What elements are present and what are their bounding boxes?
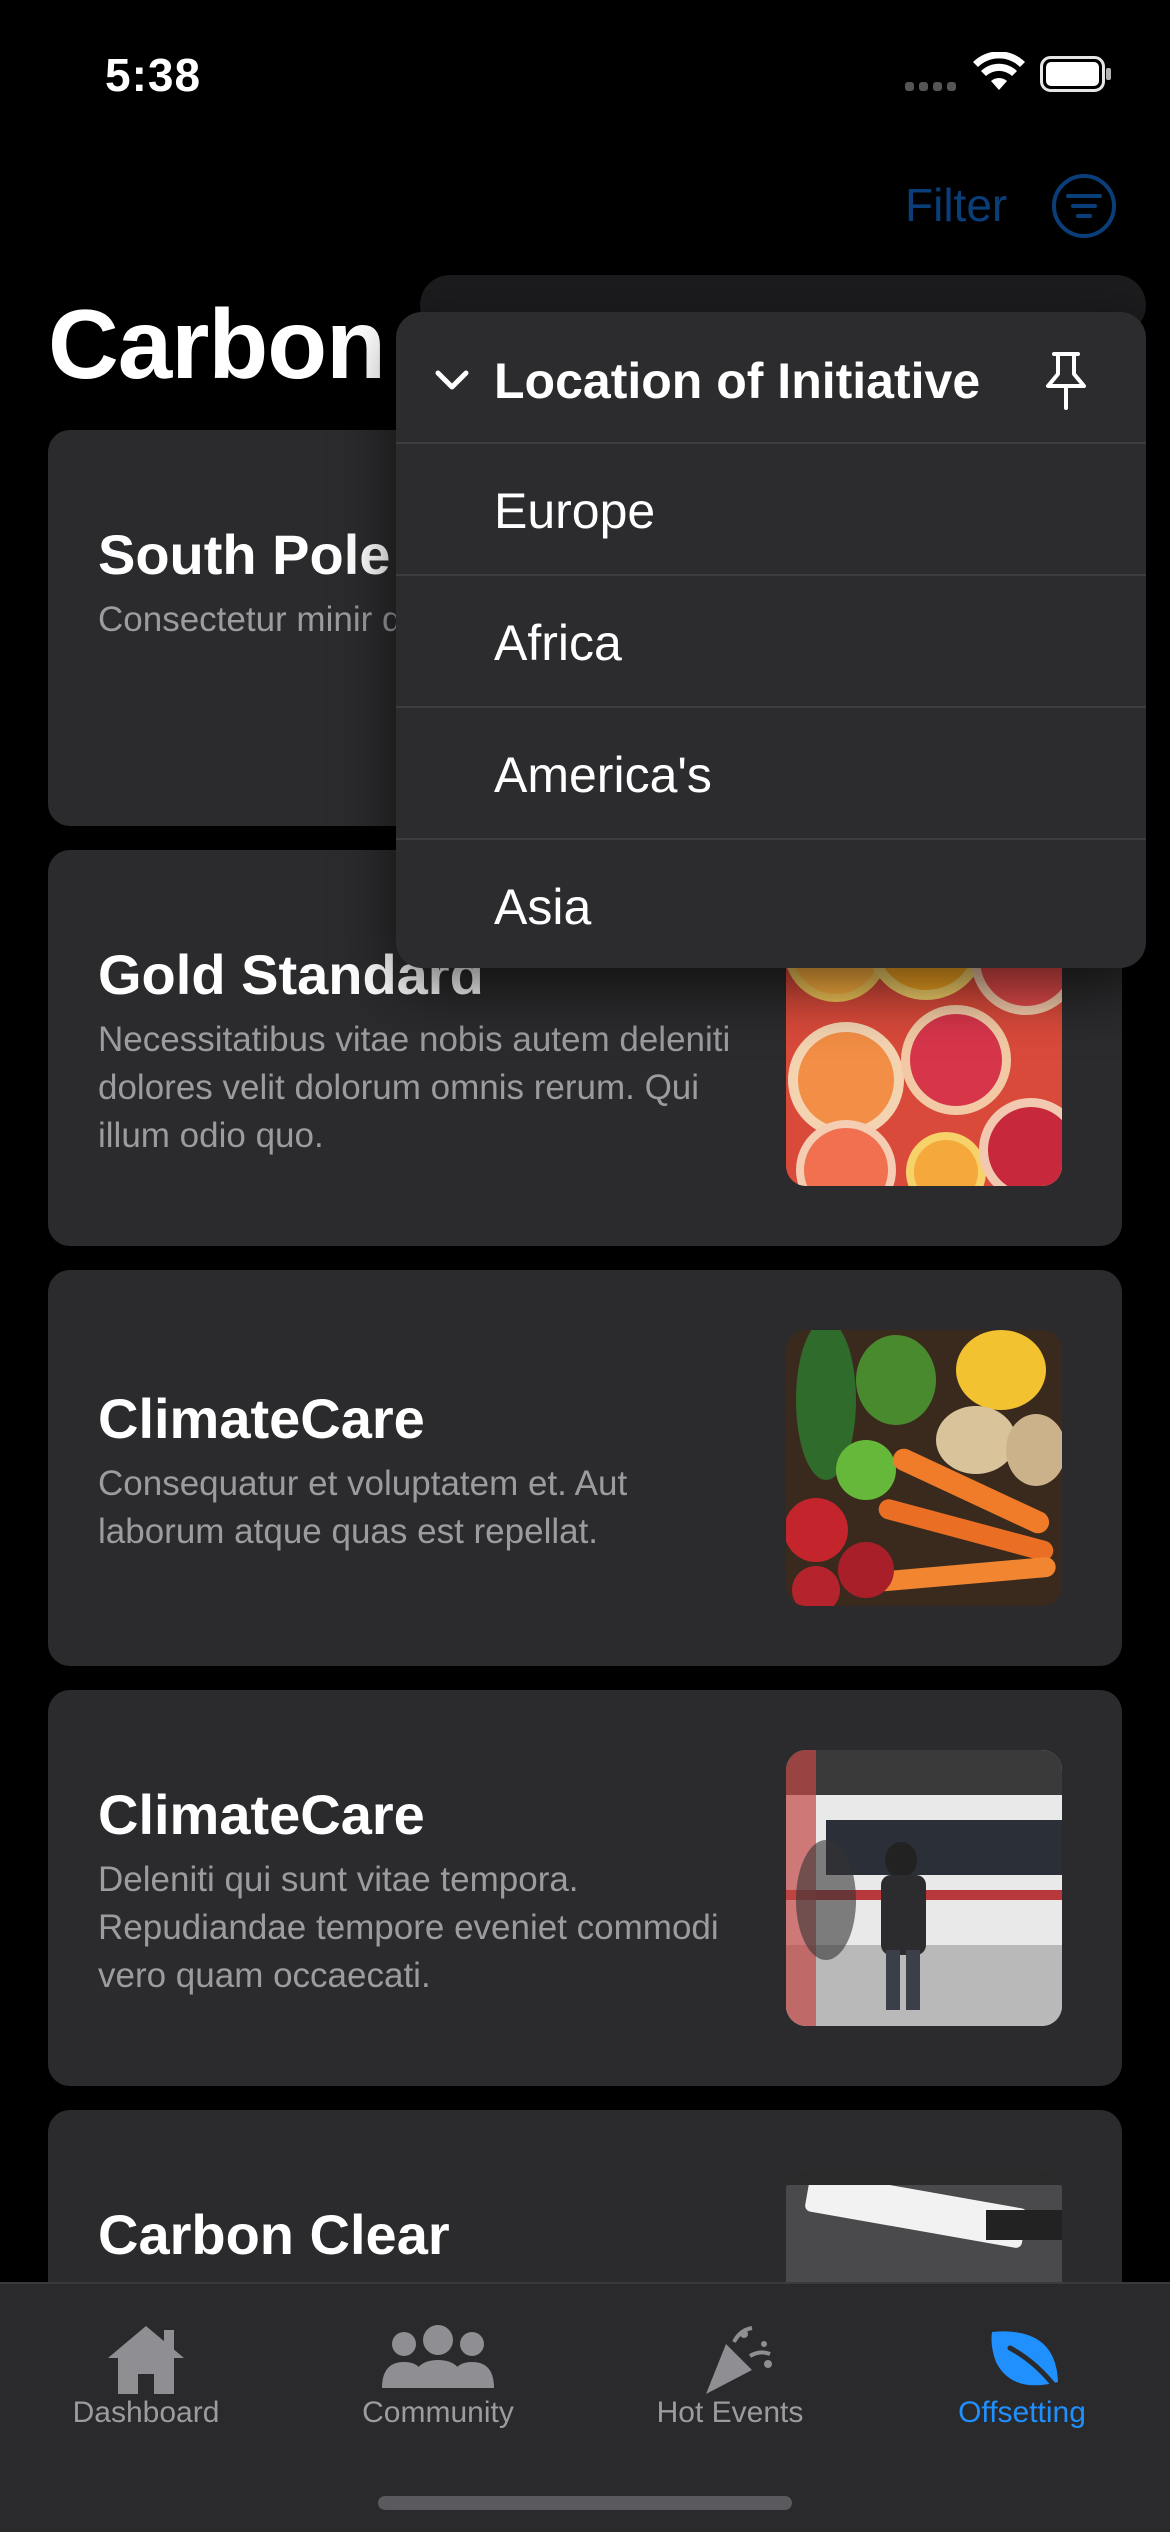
card-description: Deleniti qui sunt vitae tempora. Repudia… [98, 1860, 719, 1995]
menu-item-label: Asia [494, 879, 592, 935]
train-station-image [786, 1750, 1062, 2026]
initiative-card[interactable]: ClimateCare Deleniti qui sunt vitae temp… [48, 1690, 1122, 2086]
leaf-icon [991, 2331, 1059, 2391]
status-bar: 5:38 [0, 0, 1170, 140]
tab-offsetting[interactable]: Offsetting [892, 2302, 1152, 2432]
battery-icon [1040, 56, 1111, 92]
tab-label: Hot Events [656, 2396, 804, 2429]
tab-bar: Dashboard Community Hot Events Offsettin… [0, 2282, 1170, 2532]
filter-button[interactable]: Filter [905, 178, 1007, 232]
tab-hot-events[interactable]: Hot Events [600, 2302, 860, 2432]
chevron-down-icon [435, 370, 469, 390]
people-icon [382, 2325, 494, 2388]
tab-dashboard[interactable]: Dashboard [16, 2302, 276, 2432]
tab-label: Dashboard [72, 2396, 220, 2429]
tab-label: Community [362, 2396, 514, 2429]
card-description: Consectetur minir ducimus voluptate inve… [98, 600, 418, 639]
menu-item-label: Africa [494, 615, 622, 671]
vegetables-image [786, 1330, 1062, 1606]
menu-heading: Location of Initiative [494, 353, 981, 409]
filter-icon[interactable] [1051, 173, 1117, 239]
menu-item-americas[interactable]: America's [396, 708, 1146, 840]
page-title: Carbon [48, 289, 386, 399]
status-time: 5:38 [105, 49, 202, 101]
card-title: Carbon Clear [98, 2203, 450, 2266]
menu-item-label: America's [494, 747, 712, 803]
menu-item-africa[interactable]: Africa [396, 576, 1146, 708]
menu-item-europe[interactable]: Europe [396, 444, 1146, 576]
pin-icon[interactable] [1036, 348, 1096, 412]
card-description: Consequatur et voluptatem et. Aut laboru… [98, 1464, 628, 1551]
card-title: South Pole [98, 523, 391, 586]
tab-community[interactable]: Community [308, 2302, 568, 2432]
screen: 5:38 Filter Carbon South Pole Consectetu… [0, 0, 1170, 2532]
party-popper-icon [706, 2326, 772, 2394]
card-title: ClimateCare [98, 1387, 425, 1450]
card-description: Necessitatibus vitae nobis autem delenit… [98, 1020, 731, 1155]
filter-menu: Location of Initiative Europe Africa Ame… [396, 312, 1146, 968]
cellular-signal-icon [905, 82, 957, 92]
menu-section-header[interactable]: Location of Initiative [396, 312, 1146, 444]
home-indicator[interactable] [378, 2496, 792, 2510]
initiative-card[interactable]: ClimateCare Consequatur et voluptatem et… [48, 1270, 1122, 1666]
wifi-icon [973, 52, 1025, 90]
tab-label: Offsetting [958, 2396, 1086, 2429]
card-title: ClimateCare [98, 1783, 425, 1846]
menu-item-label: Europe [494, 483, 656, 539]
house-icon [108, 2326, 184, 2394]
menu-item-asia[interactable]: Asia [396, 840, 1146, 968]
